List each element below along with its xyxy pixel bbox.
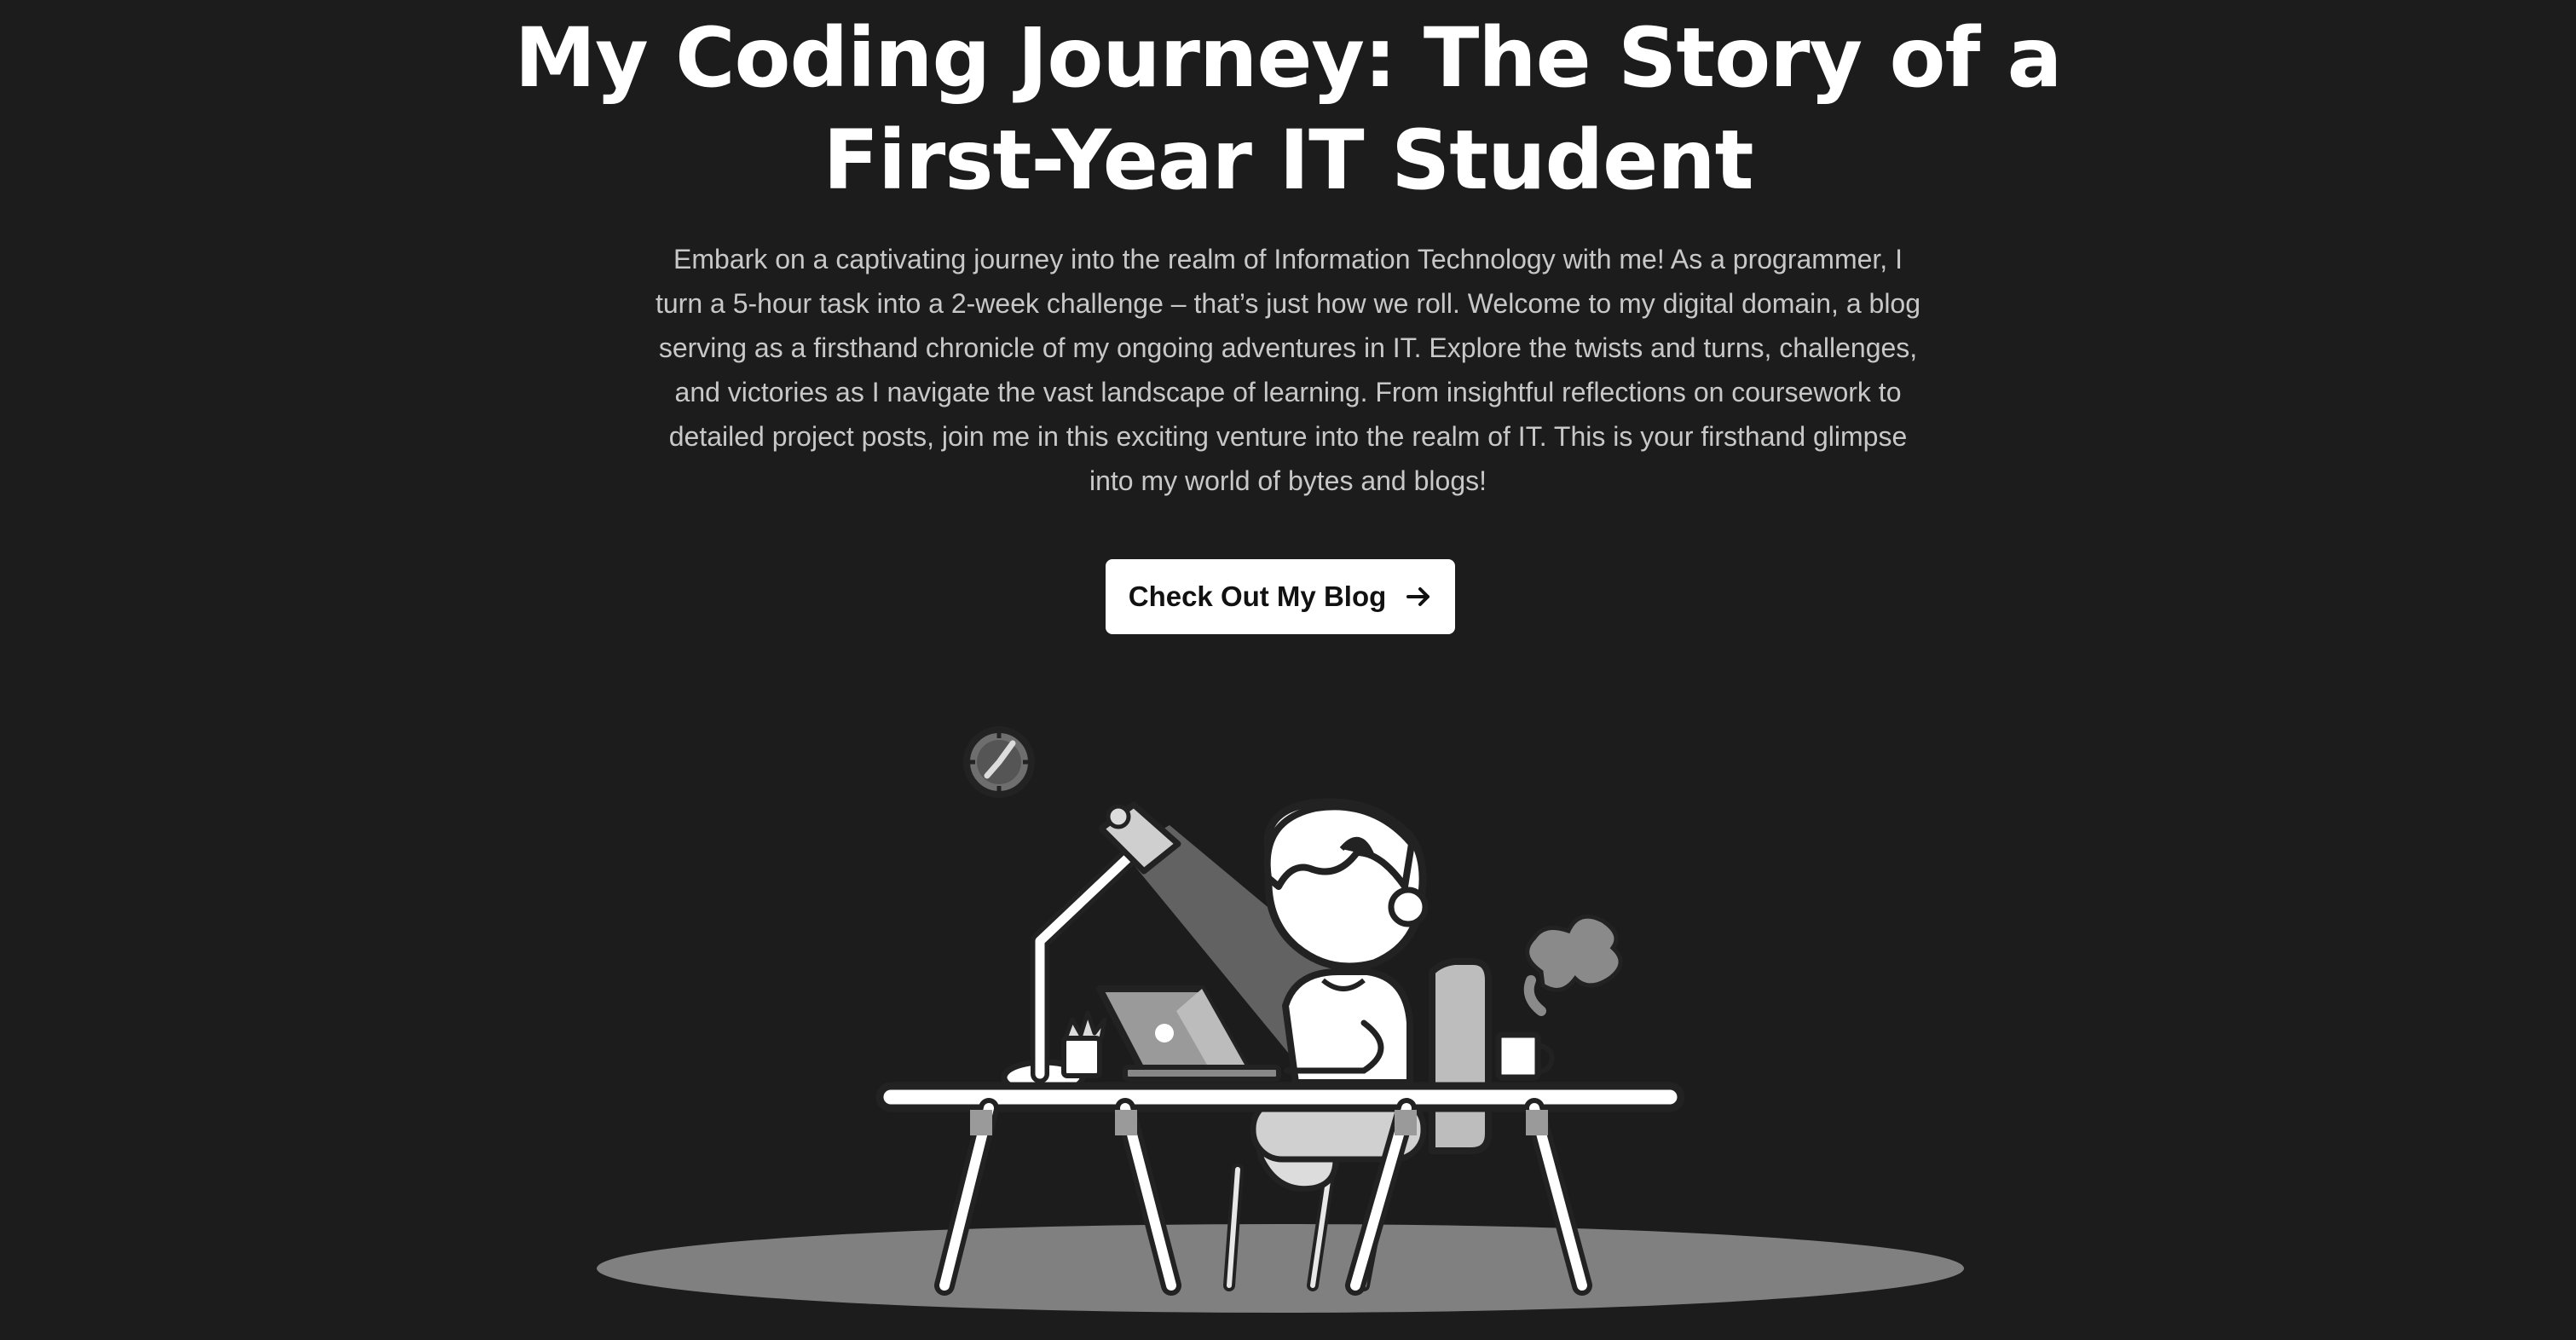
floor-shadow — [597, 1224, 1964, 1313]
hero-section: My Coding Journey: The Story of a First-… — [0, 0, 2576, 1340]
student-coding-illustration — [597, 726, 1964, 1313]
plant-pot-icon — [1061, 1010, 1107, 1078]
wall-clock-icon — [963, 726, 1035, 798]
coffee-mug-icon — [1495, 914, 1623, 1081]
